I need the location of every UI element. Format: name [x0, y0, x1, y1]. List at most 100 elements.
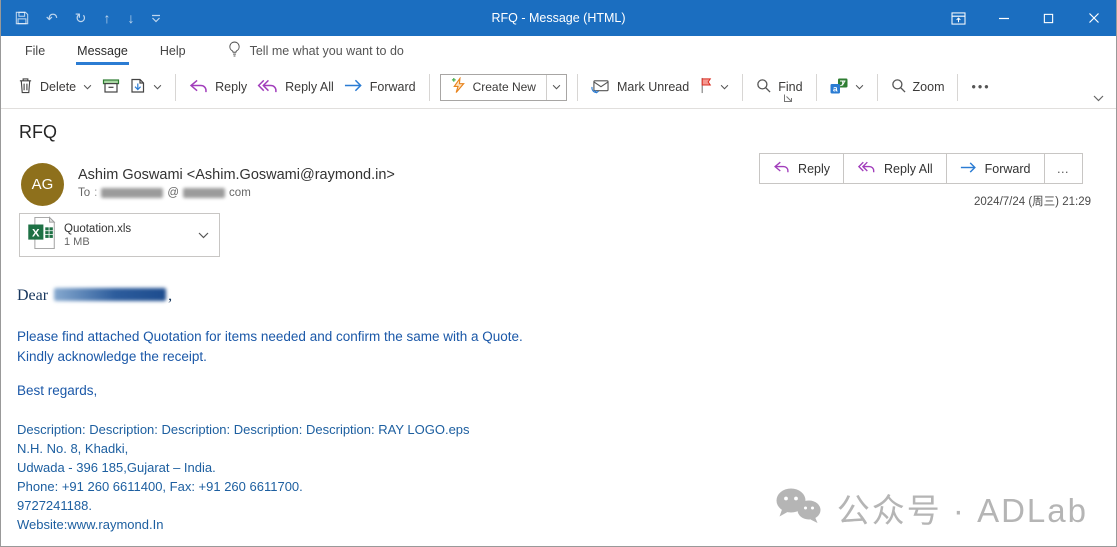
- create-new-button[interactable]: Create New: [441, 75, 546, 100]
- signature-line: Phone: +91 260 6611400, Fax: +91 260 661…: [17, 477, 470, 496]
- chevron-down-icon: [153, 84, 162, 90]
- forward-arrow-icon: [960, 162, 977, 176]
- tab-file[interactable]: File: [9, 36, 61, 66]
- archive-icon: [102, 78, 120, 97]
- sender-block: Ashim Goswami <Ashim.Goswami@raymond.in>…: [78, 167, 395, 199]
- create-new-label: Create New: [473, 80, 536, 94]
- attachment-dropdown-icon[interactable]: [198, 232, 209, 239]
- lightbulb-icon: [228, 41, 241, 61]
- ribbon-separator: [816, 74, 817, 101]
- to-domain-suffix: com: [229, 187, 251, 199]
- attachment-size: 1 MB: [64, 236, 198, 248]
- ribbon-display-options-button[interactable]: [936, 0, 981, 36]
- undo-icon[interactable]: ↶: [46, 11, 58, 25]
- header-reply-all-button[interactable]: Reply All: [843, 153, 947, 184]
- zoom-button[interactable]: Zoom: [886, 74, 950, 100]
- redo-icon[interactable]: ↻: [75, 11, 87, 25]
- flag-icon: [699, 77, 713, 97]
- header-reply-label: Reply: [798, 162, 830, 176]
- header-forward-label: Forward: [985, 162, 1031, 176]
- mark-unread-label: Mark Unread: [617, 80, 689, 94]
- header-reply-all-label: Reply All: [884, 162, 933, 176]
- forward-label: Forward: [370, 80, 416, 94]
- signature-block: Description: Description: Description: D…: [17, 420, 470, 534]
- reply-button[interactable]: Reply: [184, 75, 252, 100]
- sender-name[interactable]: Ashim Goswami <Ashim.Goswami@raymond.in>: [78, 167, 395, 183]
- delete-label: Delete: [40, 80, 76, 94]
- follow-up-flag-button[interactable]: [694, 73, 734, 101]
- previous-item-icon[interactable]: ↑: [103, 11, 110, 25]
- create-new-split-button[interactable]: Create New: [440, 74, 567, 101]
- watermark-text: 公众号 · ADLab: [837, 484, 1088, 532]
- header-reply-button[interactable]: Reply: [759, 153, 844, 184]
- body-paragraphs: Please find attached Quotation for items…: [17, 327, 523, 367]
- forward-arrow-icon: [344, 79, 363, 95]
- greeting-line: Dear,: [17, 287, 172, 305]
- forward-button[interactable]: Forward: [339, 75, 421, 99]
- ribbon-separator: [957, 74, 958, 101]
- customize-quick-access-icon[interactable]: [151, 14, 161, 23]
- ellipsis-icon: •••: [971, 80, 990, 94]
- tab-help[interactable]: Help: [144, 36, 202, 66]
- collapse-ribbon-icon[interactable]: [1093, 91, 1104, 105]
- move-to-folder-button[interactable]: [125, 73, 167, 101]
- reply-all-arrow-icon: [857, 161, 876, 176]
- quick-steps-lightning-icon: [451, 77, 466, 97]
- find-button[interactable]: Find: [751, 74, 807, 100]
- more-commands-button[interactable]: •••: [966, 76, 995, 98]
- header-more-actions-button[interactable]: …: [1044, 153, 1084, 184]
- ribbon-separator: [742, 74, 743, 101]
- mark-unread-button[interactable]: Mark Unread: [586, 74, 694, 101]
- minimize-button[interactable]: [981, 0, 1026, 36]
- header-forward-button[interactable]: Forward: [946, 153, 1045, 184]
- save-icon[interactable]: [15, 11, 29, 25]
- trash-icon: [18, 77, 33, 97]
- archive-button[interactable]: [97, 74, 125, 101]
- chevron-down-icon: [83, 84, 92, 90]
- move-folder-icon: [130, 77, 146, 97]
- ribbon-tabs: File Message Help Tell me what you want …: [1, 36, 1116, 66]
- zoom-magnifier-icon: [891, 78, 906, 96]
- message-date: 2024/7/24 (周三) 21:29: [974, 193, 1091, 209]
- attachment-texts: Quotation.xls 1 MB: [64, 223, 198, 248]
- excel-file-icon: X: [27, 216, 56, 255]
- sender-avatar[interactable]: AG: [21, 163, 64, 206]
- close-button[interactable]: [1071, 0, 1116, 36]
- next-item-icon[interactable]: ↓: [127, 11, 134, 25]
- ribbon-separator: [429, 74, 430, 101]
- signature-line[interactable]: Website:www.raymond.In: [17, 515, 470, 534]
- tags-dialog-launcher-icon[interactable]: [783, 92, 793, 106]
- signature-line: Description: Description: Description: D…: [17, 420, 470, 439]
- svg-text:a: a: [832, 83, 837, 93]
- translate-button[interactable]: a: [825, 74, 869, 101]
- body-paragraph-1: Please find attached Quotation for items…: [17, 327, 523, 347]
- reply-label: Reply: [215, 80, 247, 94]
- redacted-recipient-name: [101, 188, 163, 198]
- search-icon: [756, 78, 771, 96]
- chevron-down-icon: [855, 84, 864, 90]
- tell-me-label: Tell me what you want to do: [250, 44, 404, 58]
- attachment-name: Quotation.xls: [64, 223, 198, 235]
- create-new-dropdown[interactable]: [547, 75, 566, 100]
- reply-arrow-icon: [189, 79, 208, 96]
- recipient-line: To : @ com: [78, 187, 395, 199]
- attachment-tile[interactable]: X Quotation.xls 1 MB: [19, 213, 220, 257]
- to-at-sign: @: [167, 187, 179, 199]
- reply-all-label: Reply All: [285, 80, 334, 94]
- delete-button[interactable]: Delete: [13, 73, 97, 101]
- reply-arrow-icon: [773, 161, 790, 176]
- message-pane: RFQ AG Ashim Goswami <Ashim.Goswami@raym…: [1, 109, 1116, 546]
- zoom-label: Zoom: [913, 80, 945, 94]
- maximize-button[interactable]: [1026, 0, 1071, 36]
- reply-all-button[interactable]: Reply All: [252, 75, 339, 100]
- ribbon-separator: [877, 74, 878, 101]
- tab-message[interactable]: Message: [61, 36, 144, 66]
- ribbon-separator: [175, 74, 176, 101]
- quick-access-toolbar: ↶ ↻ ↑ ↓: [15, 11, 161, 25]
- ellipsis-icon: …: [1057, 162, 1071, 176]
- signature-line: Udwada - 396 185,Gujarat – India.: [17, 458, 470, 477]
- tell-me-box[interactable]: Tell me what you want to do: [228, 36, 404, 66]
- closing-line: Best regards,: [17, 383, 97, 398]
- signature-line: N.H. No. 8, Khadki,: [17, 439, 470, 458]
- to-colon: :: [94, 187, 97, 199]
